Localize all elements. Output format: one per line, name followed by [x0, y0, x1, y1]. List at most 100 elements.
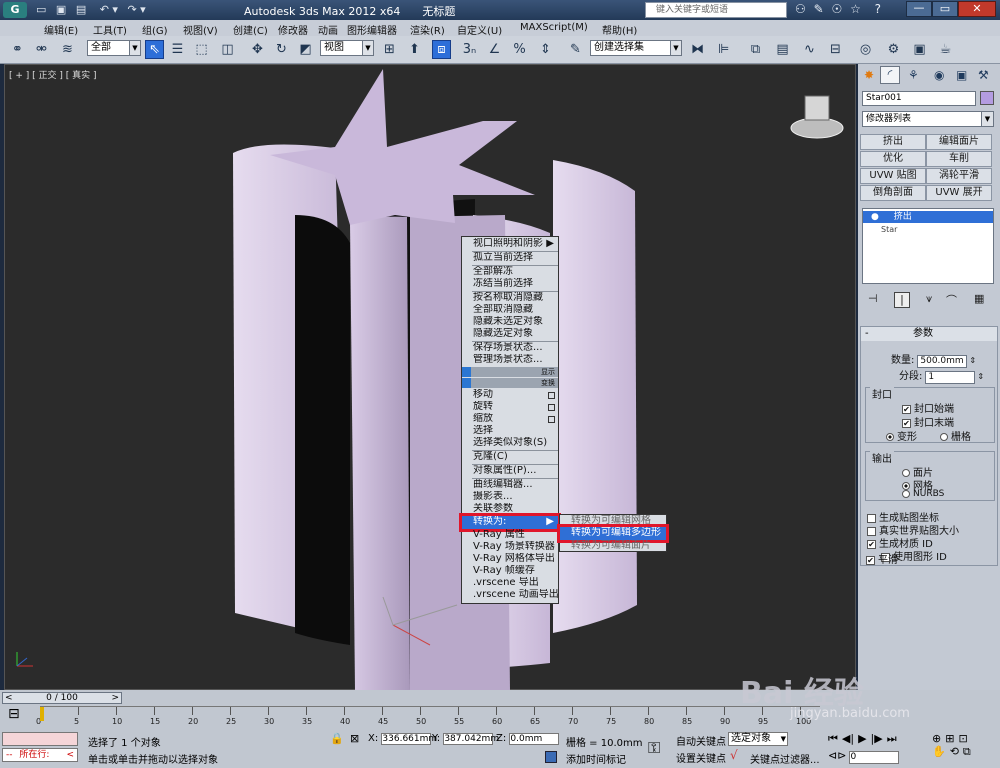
render-teapot-icon[interactable]: ☕ — [936, 40, 955, 59]
mini-curve-icon[interactable]: ⊟ — [8, 706, 20, 722]
unlink-icon[interactable]: ⚮ — [32, 40, 51, 59]
pan-icon[interactable]: ✋ — [932, 745, 946, 758]
menu-help[interactable]: 帮助(H) — [602, 22, 637, 37]
close-button[interactable]: ✕ — [958, 1, 996, 17]
mod-btn-uvw-map[interactable]: UVW 贴图 — [860, 168, 926, 184]
maximize-viewport-icon[interactable]: ⧉ — [963, 745, 971, 758]
modifier-list-dropdown[interactable]: 修改器列表 ▼ — [862, 111, 994, 127]
coord-y-value[interactable]: 387.042mm — [443, 733, 499, 745]
coord-x-value[interactable]: 336.661mm — [381, 733, 437, 745]
menu-item-object-properties[interactable]: 对象属性(P)... — [462, 465, 558, 478]
mod-btn-optimize[interactable]: 优化 — [860, 151, 926, 167]
lock-selection-icon[interactable]: 🔒 — [330, 732, 344, 745]
window-crossing-icon[interactable]: ◫ — [218, 40, 237, 59]
key-mode-icon[interactable]: √ — [730, 748, 738, 762]
pin-stack-icon[interactable]: ⊣ — [868, 292, 878, 305]
align-icon[interactable]: ⊫ — [714, 40, 733, 59]
mod-btn-edit-patch[interactable]: 编辑面片 — [926, 134, 992, 150]
menu-item-scale[interactable]: 缩放 — [462, 413, 558, 426]
radio-on-icon[interactable] — [886, 433, 894, 441]
minimize-button[interactable]: — — [906, 1, 932, 17]
save-icon[interactable]: ▤ — [76, 3, 86, 16]
menu-item-wire-params[interactable]: 关联参数 — [462, 503, 558, 516]
menu-tools[interactable]: 工具(T) — [93, 22, 127, 37]
time-slider[interactable]: <0 / 100 > — [2, 692, 122, 704]
menu-graph-editors[interactable]: 图形编辑器 — [347, 22, 397, 37]
utilities-tab-icon[interactable]: ⚒ — [978, 68, 989, 82]
star-icon[interactable]: ☆ — [850, 2, 861, 16]
radio-off-icon[interactable] — [902, 489, 910, 498]
rect-selection-icon[interactable]: ⬚ — [192, 40, 211, 59]
coord-y[interactable]: Y: 387.042mm — [432, 733, 499, 745]
make-unique-icon[interactable]: ⩛ — [926, 292, 932, 306]
key-filters-button[interactable]: 关键点过滤器... — [750, 751, 820, 766]
zoom-extents-icon[interactable]: ⊡ — [958, 732, 967, 745]
configure-sets-icon[interactable]: ▦ — [974, 292, 984, 305]
render-setup-icon[interactable]: ⚙ — [884, 40, 903, 59]
current-frame-value[interactable]: 0 — [849, 751, 900, 764]
menu-item-vray-scene-converter[interactable]: V-Ray 场景转换器 — [462, 541, 558, 554]
prev-key-icon[interactable]: ◀| — [842, 732, 854, 745]
menu-modifiers[interactable]: 修改器 — [278, 22, 308, 37]
next-frame-icon[interactable]: > — [111, 693, 119, 703]
track-bar[interactable]: 0 5 10 15 20 25 30 35 40 45 50 55 60 65 70 75 80 85 90 95 10… — [36, 706, 820, 728]
checkbox-checked-icon[interactable]: ✔ — [867, 539, 876, 549]
absolute-mode-icon[interactable]: ⊠ — [350, 732, 359, 745]
menu-item-lighting[interactable]: 视口照明和阴影 ▶ — [462, 238, 558, 251]
layer-manager-icon[interactable]: ⧉ — [746, 40, 765, 59]
add-time-tag-icon[interactable] — [545, 751, 557, 763]
binoculars-icon[interactable]: ⚇ — [795, 2, 806, 16]
coord-z-value[interactable]: 0.0mm — [509, 733, 560, 745]
menu-item-to-editable-mesh[interactable]: 转换为可编辑网格 — [560, 515, 666, 528]
mirror-icon[interactable]: ⧓ — [688, 40, 707, 59]
coord-z[interactable]: Z: 0.0mm — [496, 733, 560, 745]
menu-item-rotate[interactable]: 旋转 — [462, 401, 558, 414]
menu-item-select[interactable]: 选择 — [462, 425, 558, 438]
menu-rendering[interactable]: 渲染(R) — [410, 22, 445, 37]
material-editor-icon[interactable]: ◎ — [856, 40, 875, 59]
coord-x[interactable]: X: 336.661mm — [368, 733, 437, 745]
pivot-gizmo[interactable] — [375, 585, 465, 655]
grid-radio[interactable]: 栅格 — [940, 428, 971, 443]
lightbulb-icon[interactable]: ● — [871, 212, 879, 222]
new-file-icon[interactable]: ▭ — [36, 3, 46, 16]
spinner-icon[interactable]: ⇕ — [969, 356, 976, 365]
current-frame-field[interactable]: ⊲⊳ 0 — [828, 749, 900, 764]
mod-btn-turbosmooth[interactable]: 涡轮平滑 — [926, 168, 992, 184]
menu-maxscript[interactable]: MAXScript(M) — [520, 22, 588, 33]
stack-item-extrude[interactable]: ● 挤出 — [863, 211, 993, 223]
menu-item-move[interactable]: 移动 — [462, 389, 558, 402]
spinner-icon[interactable]: ⇕ — [977, 372, 984, 381]
viewcube-icon[interactable] — [789, 90, 845, 140]
modifier-stack[interactable]: ● 挤出 Star — [862, 208, 994, 284]
play-icon[interactable]: ▶ — [858, 732, 866, 745]
perspective-viewport[interactable]: [ + ] [ 正交 ] [ 真实 ] — [4, 64, 856, 691]
menu-item-curve-editor[interactable]: 曲线编辑器... — [462, 479, 558, 492]
orbit-icon[interactable]: ⟲ — [950, 745, 959, 758]
menu-item-unhide-all[interactable]: 全部取消隐藏 — [462, 304, 558, 317]
menu-item-vray-vfb[interactable]: V-Ray 帧缓存 — [462, 565, 558, 578]
select-object-icon[interactable]: ⇖ — [145, 40, 164, 59]
menu-item-save-scene-state[interactable]: 保存场景状态... — [462, 342, 558, 355]
mod-btn-unwrap-uvw[interactable]: UVW 展开 — [926, 185, 992, 201]
menu-views[interactable]: 视图(V) — [183, 22, 218, 37]
mod-btn-extrude[interactable]: 挤出 — [860, 134, 926, 150]
set-key-button[interactable]: 设置关键点 — [676, 750, 726, 765]
nurbs-radio[interactable]: NURBS — [902, 489, 944, 499]
menu-item-hide-selection[interactable]: 隐藏选定对象 — [462, 328, 558, 341]
add-time-tag[interactable]: 添加时间标记 — [566, 751, 626, 766]
menu-item-freeze[interactable]: 冻结当前选择 — [462, 278, 558, 291]
angle-snap-icon[interactable]: ∠ — [485, 40, 504, 59]
move-icon[interactable]: ✥ — [248, 40, 267, 59]
spinner-snap-icon[interactable]: ⇕ — [536, 40, 555, 59]
edit-named-sets-icon[interactable]: ✎ — [566, 40, 585, 59]
menu-item-hide-unselected[interactable]: 隐藏未选定对象 — [462, 316, 558, 329]
next-key-icon[interactable]: |▶ — [871, 732, 883, 745]
link-icon[interactable]: ⚭ — [8, 40, 27, 59]
menu-item-select-similar[interactable]: 选择类似对象(S) — [462, 437, 558, 450]
menu-item-unhide-by-name[interactable]: 按名称取消隐藏 — [462, 292, 558, 305]
curve-editor-icon[interactable]: ∿ — [800, 40, 819, 59]
cap-end-checkbox[interactable]: ✔ 封口末端 — [902, 414, 954, 429]
hierarchy-tab-icon[interactable]: ⚘ — [908, 68, 919, 82]
go-start-icon[interactable]: ⏮ — [828, 732, 838, 745]
